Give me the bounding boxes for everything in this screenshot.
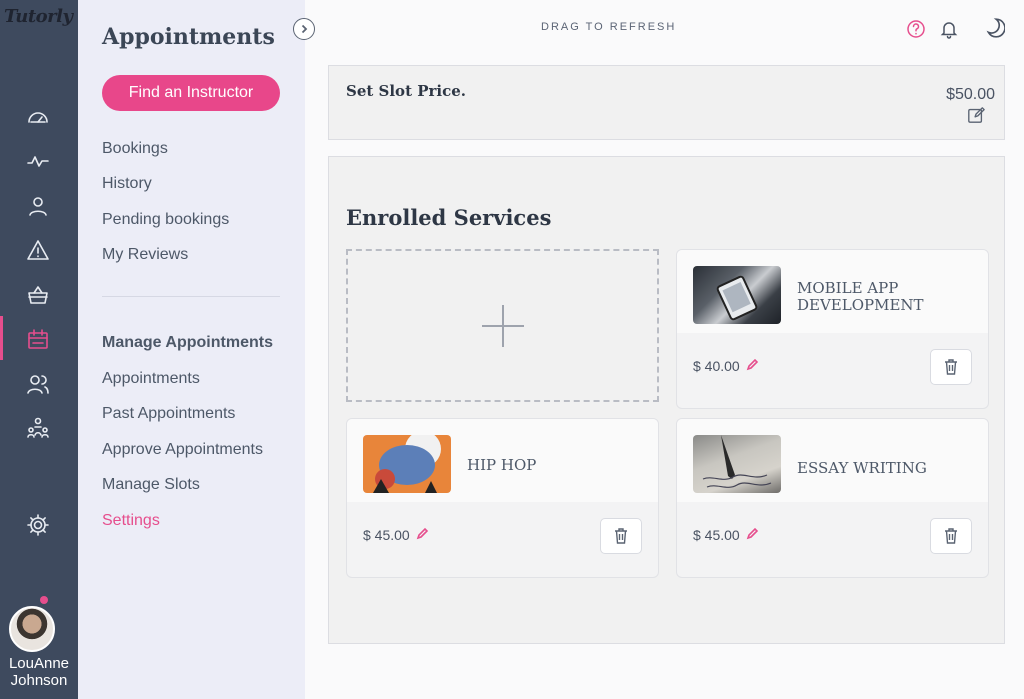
- service-card-header: ESSAY WRITING: [677, 419, 988, 502]
- collapse-sidebar-button[interactable]: [293, 18, 315, 40]
- settings-gear-icon[interactable]: [23, 510, 53, 540]
- service-title: HIP HOP: [467, 457, 536, 474]
- sidebar-item-appointments[interactable]: Appointments: [102, 370, 200, 388]
- edit-icon[interactable]: [967, 106, 987, 126]
- service-thumbnail: [693, 266, 781, 324]
- service-title: MOBILE APP DEVELOPMENT: [797, 280, 924, 314]
- add-service-button[interactable]: [346, 249, 659, 402]
- sidebar-item-my-reviews[interactable]: My Reviews: [102, 246, 188, 264]
- sidebar-item-pending-bookings[interactable]: Pending bookings: [102, 211, 229, 229]
- notification-dot: [40, 596, 48, 604]
- drag-to-refresh-label: DRAG TO REFRESH: [541, 21, 677, 33]
- service-card[interactable]: MOBILE APP DEVELOPMENT $ 40.00: [676, 249, 989, 409]
- find-instructor-button[interactable]: Find an Instructor: [102, 75, 280, 111]
- activity-icon[interactable]: [23, 146, 53, 176]
- sidebar-item-settings[interactable]: Settings: [102, 512, 160, 530]
- service-title-line1: MOBILE APP: [797, 279, 899, 297]
- slot-price-panel: Set Slot Price. $50.00: [328, 65, 1005, 140]
- trash-icon: [945, 359, 957, 375]
- service-title-line1: HIP HOP: [467, 456, 537, 474]
- user-avatar[interactable]: [9, 596, 55, 652]
- moon-icon[interactable]: [982, 16, 1006, 40]
- sidebar-title: Appointments: [102, 24, 275, 50]
- manage-appointments-heading: Manage Appointments: [102, 334, 273, 351]
- sidebar-item-past-appointments[interactable]: Past Appointments: [102, 405, 235, 423]
- sidebar-item-history[interactable]: History: [102, 175, 152, 193]
- plus-icon: [481, 304, 524, 347]
- service-price: $ 45.00: [693, 527, 759, 543]
- alert-icon[interactable]: [23, 235, 53, 265]
- enrolled-services-panel: Enrolled Services MOBILE APP DEVELOPMENT…: [328, 156, 1005, 644]
- pencil-icon[interactable]: [416, 527, 429, 543]
- service-price: $ 40.00: [693, 358, 759, 374]
- service-title-line1: ESSAY WRITING: [797, 459, 927, 477]
- bell-icon[interactable]: [938, 18, 960, 40]
- enrolled-services-title: Enrolled Services: [346, 205, 552, 230]
- service-price: $ 45.00: [363, 527, 429, 543]
- slot-price-label: Set Slot Price.: [346, 82, 466, 100]
- delete-service-button[interactable]: [930, 518, 972, 554]
- slot-price-value: $50.00: [946, 86, 995, 103]
- service-card-header: MOBILE APP DEVELOPMENT: [677, 250, 988, 333]
- active-indicator: [0, 316, 3, 360]
- chevron-right-icon: [301, 24, 308, 34]
- app-logo[interactable]: Tutorly: [4, 6, 73, 27]
- service-thumbnail: [693, 435, 781, 493]
- service-price-value: $ 40.00: [693, 358, 740, 374]
- delete-service-button[interactable]: [600, 518, 642, 554]
- avatar: [9, 606, 55, 652]
- icon-rail: Tutorly LouAnne Johnson: [0, 0, 78, 699]
- basket-icon[interactable]: [23, 280, 53, 310]
- pencil-icon[interactable]: [746, 527, 759, 543]
- trash-icon: [615, 528, 627, 544]
- sidebar-divider: [102, 296, 280, 297]
- service-card[interactable]: HIP HOP $ 45.00: [346, 418, 659, 578]
- sidebar-item-bookings[interactable]: Bookings: [102, 140, 168, 158]
- user-name: LouAnne Johnson: [8, 655, 70, 689]
- service-title: ESSAY WRITING: [797, 460, 927, 477]
- delete-service-button[interactable]: [930, 349, 972, 385]
- sidebar-item-approve-appointments[interactable]: Approve Appointments: [102, 441, 263, 459]
- calendar-icon[interactable]: [23, 324, 53, 354]
- appointments-sidebar: Appointments Find an Instructor Bookings…: [78, 0, 305, 699]
- service-price-value: $ 45.00: [363, 527, 410, 543]
- pencil-icon[interactable]: [746, 358, 759, 374]
- service-thumbnail: [363, 435, 451, 493]
- service-title-line2: DEVELOPMENT: [797, 296, 924, 314]
- trash-icon: [945, 528, 957, 544]
- service-card-header: HIP HOP: [347, 419, 658, 502]
- service-price-value: $ 45.00: [693, 527, 740, 543]
- help-icon[interactable]: [905, 18, 927, 40]
- users-icon[interactable]: [23, 369, 53, 399]
- community-icon[interactable]: [23, 413, 53, 443]
- service-card[interactable]: ESSAY WRITING $ 45.00: [676, 418, 989, 578]
- dashboard-icon[interactable]: [23, 102, 53, 132]
- sidebar-item-manage-slots[interactable]: Manage Slots: [102, 476, 200, 494]
- profile-icon[interactable]: [23, 191, 53, 221]
